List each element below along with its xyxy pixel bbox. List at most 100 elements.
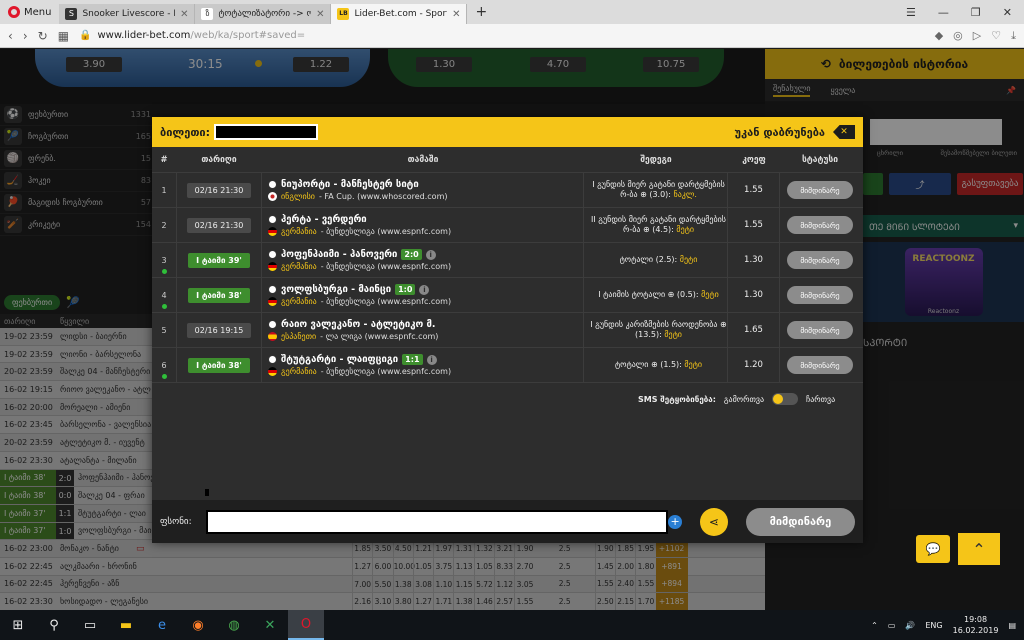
notifications-icon[interactable]: ▤ (1008, 621, 1016, 630)
info-icon[interactable]: i (426, 354, 437, 365)
bet-row: 6 I ტაიმი 38' შტუტგარტი - ლაიფციგი 1:1 i გერმ… (152, 348, 863, 383)
window-menu-icon[interactable]: ☰ (906, 6, 916, 19)
bet-row: 3 I ტაიმი 39' ჰოფენჰაიმი - ჰანოვერი 2:0 i გერ… (152, 243, 863, 278)
league-name: - ბუნდესლიგა (www.espnfc.com) (320, 297, 452, 306)
browser-tab-liderbet[interactable]: LB Lider-Bet.com - Sports and ✕ (331, 4, 468, 24)
bet-row: 4 I ტაიმი 38' ვოლფსბურგი - მაინცი 1:0 i გერმა… (152, 278, 863, 313)
browser-menu-button[interactable]: Menu (0, 0, 59, 24)
league-name: - ლა ლიგა (www.espnfc.com) (320, 332, 439, 341)
bet-odd: 1.30 (728, 278, 780, 312)
reload-icon[interactable]: ↻ (38, 29, 48, 43)
browser-tabbar: Menu S Snooker Livescore - Live S ✕ ზ ტო… (0, 0, 1024, 24)
extension-icon[interactable]: ◆ (935, 29, 943, 43)
england-flag-icon (268, 192, 277, 201)
chrome-icon[interactable]: ◍ (216, 610, 252, 640)
totalizator-favicon-icon: ზ (201, 8, 214, 20)
germany-flag-icon (268, 227, 277, 236)
status-badge: მიმდინარე (787, 286, 853, 304)
match-name[interactable]: ვოლფსბურგი - მაინცი (281, 284, 391, 295)
network-icon[interactable]: ▭ (888, 621, 896, 630)
match-name[interactable]: შტუტგარტი - ლაიფციგი (281, 354, 398, 365)
status-badge: მიმდინარე (787, 216, 853, 234)
match-name[interactable]: ჰერტა - ვერდერი (281, 214, 367, 225)
forward-icon[interactable]: › (23, 29, 28, 43)
new-tab-button[interactable]: + (467, 4, 495, 20)
camera-icon[interactable]: ◎ (953, 29, 963, 43)
match-name[interactable]: რაიო ვალეკანო - ატლეტიკო მ. (281, 319, 436, 330)
tab-close-icon[interactable]: ✕ (180, 9, 188, 20)
speed-dial-icon[interactable]: ▦ (58, 29, 69, 43)
modal-footer: ფსონი: + ⋖ მიმდინარე (152, 500, 863, 543)
close-icon[interactable]: ✕ (833, 125, 855, 139)
maximize-icon[interactable]: ❐ (971, 6, 981, 19)
status-badge: მიმდინარე (787, 251, 853, 269)
back-label: უკან დაბრუნება (734, 125, 825, 139)
chat-icon[interactable]: 💬 (916, 535, 950, 563)
send-icon[interactable]: ▷ (973, 29, 981, 43)
excel-icon[interactable]: ✕ (252, 610, 288, 640)
league-name: - ბუნდესლიგა (www.espnfc.com) (320, 227, 452, 236)
market-name: ტოტალი (2.5): (619, 255, 678, 264)
live-score: 2:0 (401, 249, 422, 260)
download-icon[interactable]: ⤓ (1011, 29, 1016, 43)
live-score: 1:1 (402, 354, 423, 365)
country-name: ინგლისი (281, 192, 315, 201)
amount-label: ფსონი: (160, 516, 192, 527)
plus-icon[interactable]: + (668, 514, 683, 529)
match-name[interactable]: ნიუპორტი - მანჩესტერ სიტი (281, 179, 419, 190)
bet-num: 2 (161, 220, 167, 230)
windows-start-icon[interactable]: ⊞ (0, 610, 36, 640)
bet-num: 1 (161, 185, 167, 195)
heart-icon[interactable]: ♡ (991, 29, 1001, 43)
tab-title: ტოტალიზატორი -> ონ (218, 9, 312, 19)
tray-arrow-icon[interactable]: ⌃ (871, 621, 878, 630)
text-cursor (205, 489, 209, 496)
match-name[interactable]: ჰოფენჰაიმი - ჰანოვერი (281, 249, 397, 260)
sms-toggle[interactable] (772, 393, 799, 405)
url-field[interactable]: 🔒 www.lider-bet.com/web/ka/sport#saved= (79, 30, 925, 41)
amount-input[interactable] (205, 509, 669, 534)
sms-label: SMS შეტყობინება: (638, 394, 716, 404)
opera-icon[interactable]: O (288, 610, 324, 640)
volume-icon[interactable]: 🔊 (905, 621, 915, 630)
football-icon (268, 355, 277, 364)
edge-icon[interactable]: e (144, 610, 180, 640)
continue-button[interactable]: მიმდინარე (745, 507, 855, 536)
lock-icon: 🔒 (79, 30, 92, 41)
col-status: სტატუსი (801, 154, 839, 165)
browser-tab-totalizator[interactable]: ზ ტოტალიზატორი -> ონ ✕ (195, 4, 332, 24)
bet-odd: 1.20 (728, 348, 780, 382)
scroll-up-icon[interactable]: ⌃ (958, 533, 1000, 565)
back-button[interactable]: უკან დაბრუნება ✕ (735, 125, 855, 139)
info-icon[interactable]: i (419, 284, 430, 295)
browser-tab-snooker[interactable]: S Snooker Livescore - Live S ✕ (59, 4, 196, 24)
file-explorer-icon[interactable]: ▬ (108, 610, 144, 640)
back-icon[interactable]: ‹ (8, 29, 13, 43)
germany-flag-icon (268, 297, 277, 306)
country-name: გერმანია (281, 297, 317, 306)
tab-title: Snooker Livescore - Live S (82, 9, 175, 19)
share-icon[interactable]: ⋖ (700, 507, 728, 536)
status-badge: მიმდინარე (787, 321, 853, 339)
language-indicator[interactable]: ENG (925, 621, 942, 630)
ticket-id-redacted (214, 124, 319, 140)
search-icon[interactable]: ⚲ (36, 610, 72, 640)
status-badge: მიმდინარე (787, 356, 853, 374)
menu-label: Menu (24, 6, 52, 18)
tab-close-icon[interactable]: ✕ (452, 9, 460, 20)
firefox-icon[interactable]: ◉ (180, 610, 216, 640)
pick-value: მეტი (701, 290, 719, 299)
info-icon[interactable]: i (425, 249, 436, 260)
bet-row: 1 02/16 21:30 ნიუპორტი - მანჩესტერ სიტი ინგ… (152, 173, 863, 208)
close-window-icon[interactable]: ✕ (1003, 6, 1012, 19)
clock[interactable]: 19:08 16.02.2019 (953, 614, 999, 636)
date-badge: 02/16 19:15 (186, 322, 252, 338)
market-name: ტოტალი ⊕ (1.5): (614, 360, 682, 369)
col-num: # (160, 154, 168, 165)
tab-close-icon[interactable]: ✕ (316, 9, 324, 20)
football-icon (268, 215, 277, 224)
task-view-icon[interactable]: ▭ (72, 610, 108, 640)
football-icon (268, 250, 277, 259)
minimize-icon[interactable]: — (938, 6, 949, 19)
bets-table-body: 1 02/16 21:30 ნიუპორტი - მანჩესტერ სიტი ინგ… (152, 173, 863, 383)
